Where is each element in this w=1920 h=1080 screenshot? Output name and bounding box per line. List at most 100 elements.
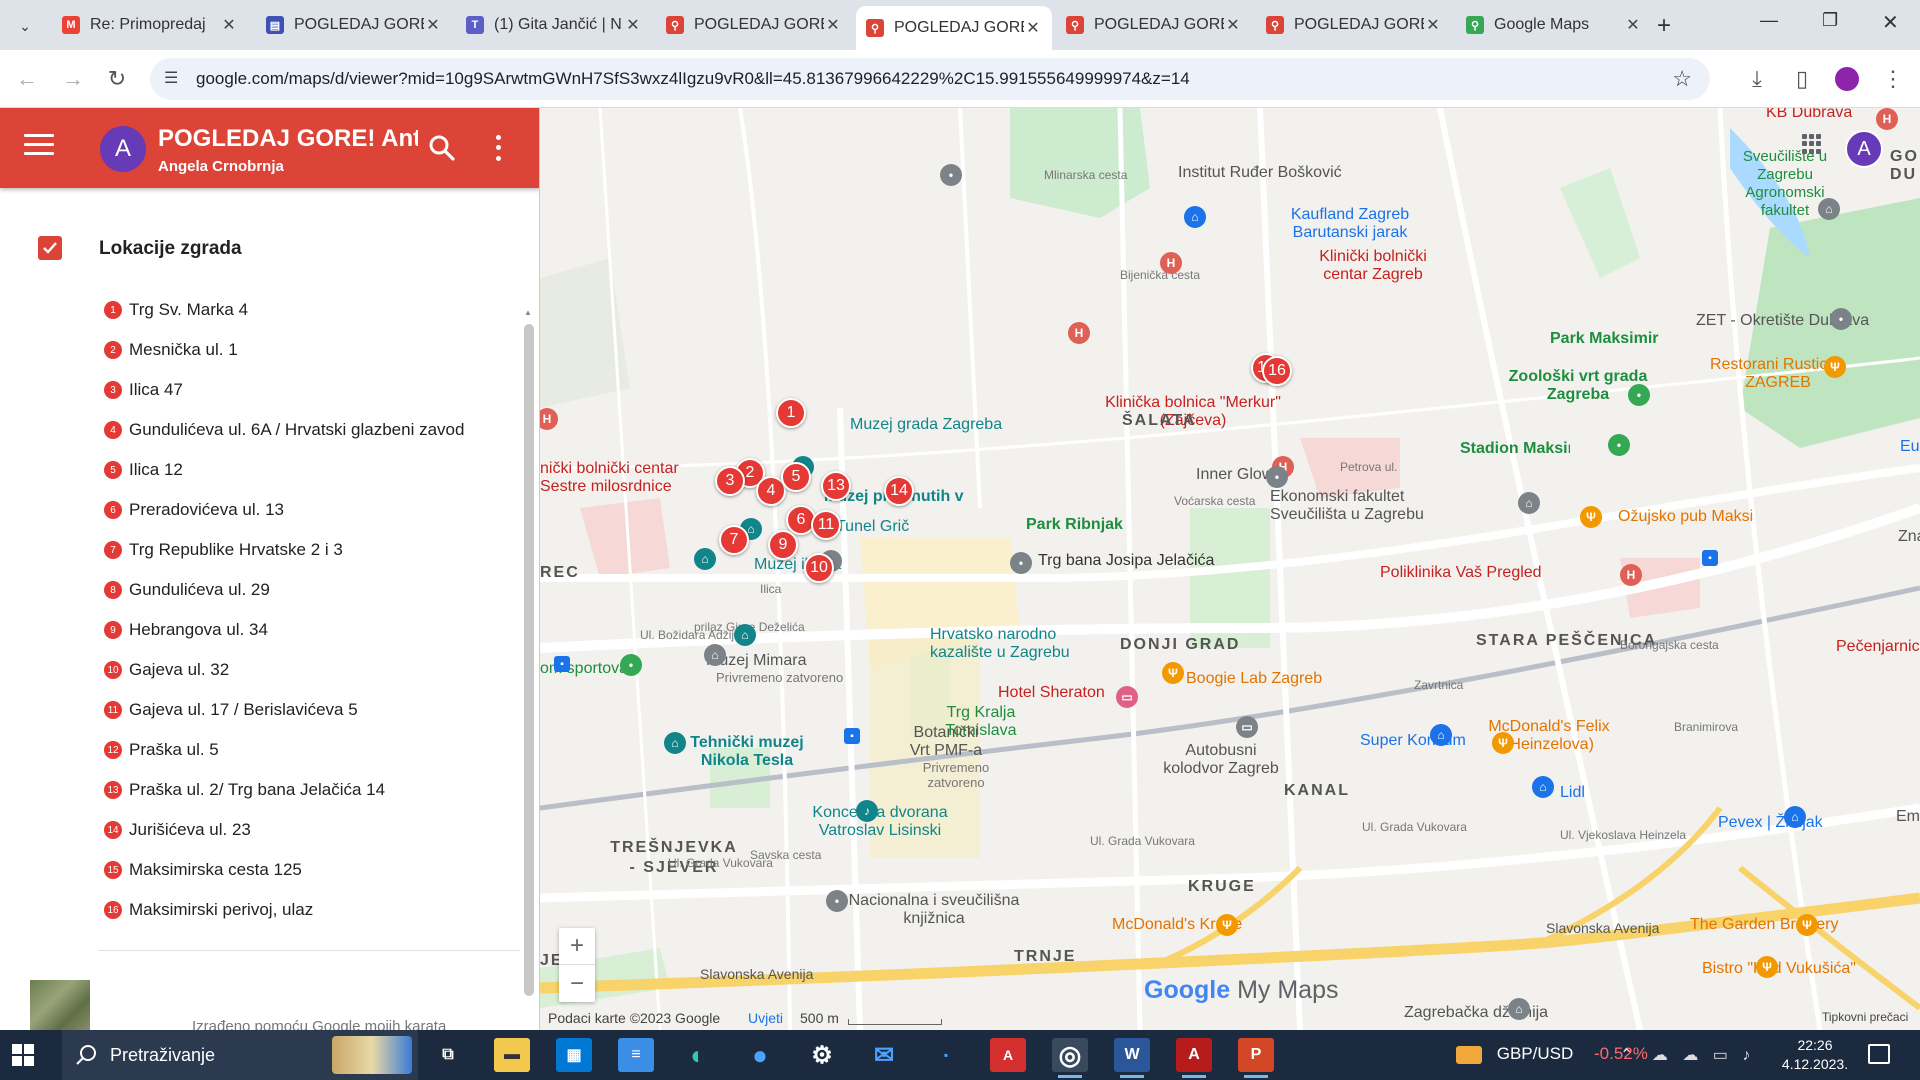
close-tab-icon[interactable]: ✕ (824, 15, 842, 35)
location-pin[interactable]: 11 (811, 510, 841, 540)
keyboard-shortcuts-link[interactable]: Tipkovni prečaci (1822, 1010, 1908, 1024)
browser-tab[interactable]: ⚲ POGLEDAJ GORE ✕ (1056, 8, 1252, 42)
browser-tab[interactable]: T (1) Gita Jančić | N ✕ (456, 8, 652, 42)
reload-icon[interactable]: ↻ (102, 64, 132, 94)
transit-icon[interactable]: ▪ (554, 656, 570, 672)
close-tab-icon[interactable]: ✕ (220, 15, 238, 35)
museum-icon[interactable]: ⌂ (704, 644, 726, 666)
location-pin[interactable]: 10 (804, 553, 834, 583)
taskbar-clock[interactable]: 22:26 4.12.2023. (1770, 1036, 1860, 1074)
shopping-icon[interactable]: ⌂ (1184, 206, 1206, 228)
circle-app-icon[interactable]: ● (742, 1038, 778, 1072)
place-pin-icon[interactable]: • (826, 890, 848, 912)
location-list-item[interactable]: 3 Ilica 47 (0, 370, 520, 410)
close-tab-icon[interactable]: ✕ (1024, 18, 1042, 38)
restore-button[interactable]: ❐ (1822, 10, 1838, 31)
restaurant-icon[interactable]: Ψ (1824, 356, 1846, 378)
location-list-item[interactable]: 7 Trg Republike Hrvatske 2 i 3 (0, 530, 520, 570)
hospital-icon[interactable]: H (1068, 322, 1090, 344)
apps-grid-icon[interactable] (1802, 134, 1822, 154)
location-pin[interactable]: 1 (776, 398, 806, 428)
location-list-item[interactable]: 16 Maksimirski perivoj, ulaz (0, 890, 520, 930)
map-label[interactable]: Pečenjarnica (1836, 638, 1920, 656)
location-list-item[interactable]: 2 Mesnička ul. 1 (0, 330, 520, 370)
small-app-icon[interactable]: ▪ (928, 1038, 964, 1072)
map-label[interactable]: Muzej grada Zagreba (850, 416, 1002, 434)
chrome-icon[interactable]: ◎ (1052, 1038, 1088, 1078)
close-tab-icon[interactable]: ✕ (624, 15, 642, 35)
location-pin[interactable]: 9 (768, 530, 798, 560)
place-pin-icon[interactable]: • (940, 164, 962, 186)
place-pin-icon[interactable]: • (1266, 466, 1288, 488)
museum-icon[interactable]: ⌂ (734, 624, 756, 646)
microsoft-store-icon[interactable]: ▦ (556, 1038, 592, 1072)
map-label[interactable]: Park Maksimir (1550, 330, 1659, 348)
map-label[interactable]: Hotel Sheraton (998, 684, 1108, 702)
restaurant-icon[interactable]: Ψ (1492, 732, 1514, 754)
battery-icon[interactable]: ▭ (1713, 1047, 1728, 1064)
location-list-item[interactable]: 14 Jurišićeva ul. 23 (0, 810, 520, 850)
terms-link[interactable]: Uvjeti (748, 1010, 783, 1026)
layer-checkbox[interactable] (38, 236, 62, 260)
map-label[interactable]: Klinički bolnički centar Zagreb (1298, 248, 1448, 284)
location-list-item[interactable]: 10 Gajeva ul. 32 (0, 650, 520, 690)
zoom-in-button[interactable]: + (559, 928, 595, 965)
volume-icon[interactable]: ♪ (1742, 1047, 1750, 1064)
map-label[interactable]: Autobusni kolodvor Zagreb (1156, 742, 1286, 778)
map-label[interactable]: Bistro "Kod Vukušića" (1702, 960, 1856, 978)
location-list-item[interactable]: 9 Hebrangova ul. 34 (0, 610, 520, 650)
scale-bar[interactable] (848, 1019, 942, 1025)
location-list-item[interactable]: 1 Trg Sv. Marka 4 (0, 290, 520, 330)
map-label[interactable]: Koncertna dvorana Vatroslav Lisinski (800, 804, 960, 840)
taskbar-search-box[interactable]: Pretraživanje (62, 1030, 418, 1080)
map-label[interactable]: KB Dubrava (1766, 108, 1852, 122)
map-label[interactable]: Tehnički muzej Nikola Tesla (682, 734, 812, 770)
location-pin[interactable]: 16 (1262, 356, 1292, 386)
map-label[interactable]: Nacionalna i sveučilišna knjižnica (844, 892, 1024, 928)
hotel-icon[interactable]: ▭ (1116, 686, 1138, 708)
shopping-icon[interactable]: ⌂ (1532, 776, 1554, 798)
browser-tab[interactable]: ⚲ POGLEDAJ GORE ✕ (1256, 8, 1452, 42)
profile-avatar[interactable] (1832, 64, 1862, 94)
university-icon[interactable]: ⌂ (1818, 198, 1840, 220)
close-tab-icon[interactable]: ✕ (1224, 15, 1242, 35)
map-label[interactable]: Stadion Maksimir (1460, 440, 1570, 458)
panel-footer-text[interactable]: Izrađeno pomoću Google mojih karata (192, 1018, 446, 1030)
download-icon[interactable]: ⤓ (1742, 64, 1772, 94)
site-info-icon[interactable]: ☰ (164, 68, 178, 88)
hospital-icon[interactable]: H (1620, 564, 1642, 586)
address-bar[interactable]: ☰ google.com/maps/d/viewer?mid=10g9SArwt… (150, 58, 1710, 100)
place-pin-icon[interactable]: • (1830, 308, 1852, 330)
restaurant-icon[interactable]: Ψ (1162, 662, 1184, 684)
scroll-up-arrow-icon[interactable]: ▲ (524, 308, 532, 317)
map-label[interactable]: Lidl (1560, 784, 1585, 802)
map-canvas[interactable]: Institut Ruđer Bošković Kaufland Zagreb … (540, 108, 1920, 1030)
map-label[interactable]: Tunel Grič (836, 518, 909, 536)
hospital-icon[interactable]: H (1160, 252, 1182, 274)
map-label[interactable]: Poliklinika Vaš Pregled (1380, 564, 1542, 582)
user-avatar[interactable]: A (1845, 130, 1883, 168)
back-arrow-icon[interactable]: ← (12, 64, 42, 94)
location-pin[interactable]: 5 (781, 462, 811, 492)
more-options-icon[interactable] (490, 132, 506, 164)
location-list-item[interactable]: 12 Praška ul. 5 (0, 730, 520, 770)
location-list-item[interactable]: 8 Gundulićeva ul. 29 (0, 570, 520, 610)
location-list-item[interactable]: 6 Preradovićeva ul. 13 (0, 490, 520, 530)
shopping-icon[interactable]: ⌂ (1430, 724, 1452, 746)
map-label[interactable]: Institut Ruđer Bošković (1178, 164, 1342, 182)
browser-tab[interactable]: ⚲ POGLEDAJ GORE ✕ (856, 6, 1052, 50)
location-list-item[interactable]: 13 Praška ul. 2/ Trg bana Jelačića 14 (0, 770, 520, 810)
browser-tab[interactable]: ▤ POGLEDAJ GORE ✕ (256, 8, 452, 42)
transit-icon[interactable]: ▪ (1702, 550, 1718, 566)
restaurant-icon[interactable]: Ψ (1216, 914, 1238, 936)
map-label[interactable]: Park Ribnjak (1026, 516, 1123, 534)
map-label[interactable]: Pevex | Žitnjak (1718, 814, 1823, 832)
browser-tab[interactable]: M Re: Primopredaj ✕ (52, 8, 248, 42)
tab-search-button[interactable]: ⌄ (12, 14, 38, 38)
location-list-item[interactable]: 5 Ilica 12 (0, 450, 520, 490)
browser-menu-icon[interactable]: ⋮ (1878, 64, 1908, 94)
close-tab-icon[interactable]: ✕ (1624, 15, 1642, 35)
scale-label[interactable]: 500 m (800, 1010, 839, 1026)
panel-scrollbar[interactable] (524, 324, 534, 996)
location-pin[interactable]: 14 (884, 476, 914, 506)
